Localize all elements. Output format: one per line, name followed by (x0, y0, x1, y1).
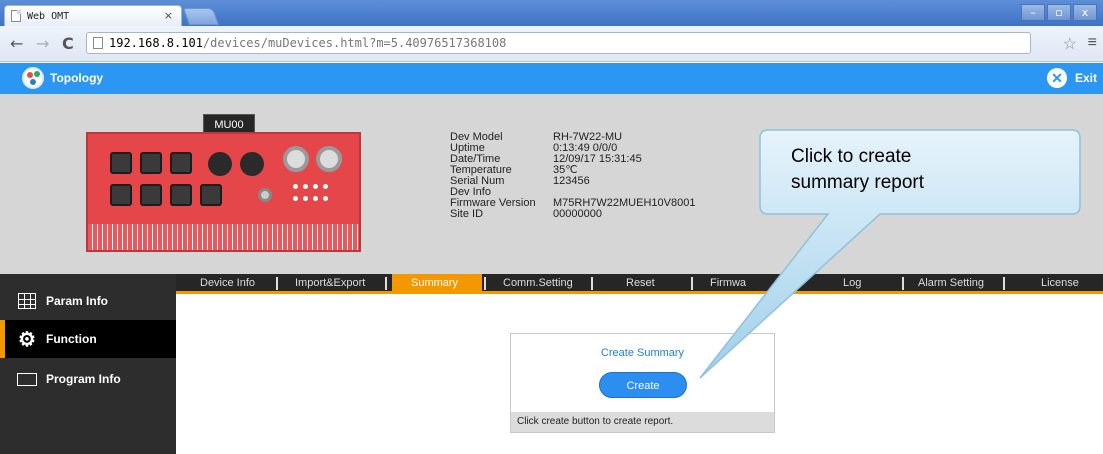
callout-text: Click to create summary report (791, 146, 925, 193)
screen: Web OMT × – ▫ x ← → C 192.168.8.101/devi… (0, 0, 1103, 454)
callout-bubble (699, 129, 1081, 379)
